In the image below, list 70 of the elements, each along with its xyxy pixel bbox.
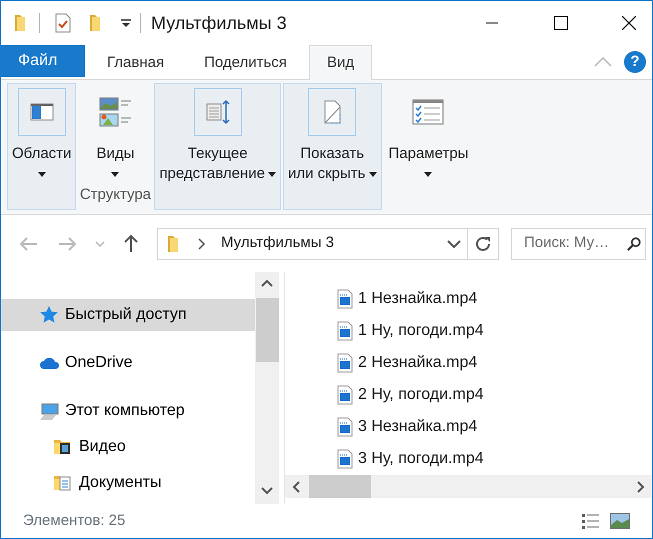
file-item[interactable]: 3 Ну, погоди.mp4 bbox=[337, 443, 652, 475]
scroll-right-icon[interactable] bbox=[636, 480, 646, 494]
item-count: Элементов: 25 bbox=[23, 510, 126, 531]
up-icon bbox=[123, 234, 139, 254]
file-item[interactable]: 3 Незнайка.mp4 bbox=[337, 411, 652, 443]
ribbon-tab[interactable]: Вид bbox=[308, 45, 372, 80]
video-file-icon bbox=[337, 417, 353, 437]
scroll-left-icon[interactable] bbox=[291, 480, 301, 494]
column-width-icon bbox=[206, 98, 230, 126]
forward-icon bbox=[57, 236, 77, 252]
refresh-icon bbox=[474, 234, 492, 252]
address-path: Мультфильмы 3 bbox=[221, 233, 335, 254]
collapse-ribbon-icon[interactable] bbox=[594, 57, 612, 67]
minimize-icon bbox=[486, 22, 498, 24]
ribbon-button[interactable]: Параметры bbox=[384, 83, 474, 210]
file-item[interactable]: 2 Незнайка.mp4 bbox=[337, 347, 652, 379]
video-folder-icon bbox=[53, 437, 73, 457]
video-file-icon bbox=[337, 321, 353, 341]
scroll-thumb[interactable] bbox=[309, 475, 371, 498]
checklist-window-icon bbox=[412, 98, 444, 126]
window-title: Мультфильмы 3 bbox=[151, 12, 287, 35]
details-view-icon[interactable] bbox=[580, 512, 600, 530]
navigation-item[interactable]: Этот компьютер bbox=[1, 395, 255, 427]
search-field[interactable]: Поиск: Му… bbox=[522, 231, 627, 256]
back-icon bbox=[19, 236, 39, 252]
navigation-item[interactable]: Документы bbox=[1, 467, 255, 499]
file-item[interactable]: 1 Незнайка.mp4 bbox=[337, 283, 652, 315]
group-label: Структура bbox=[80, 185, 152, 205]
close-icon bbox=[622, 16, 636, 30]
panes-icon bbox=[30, 101, 54, 123]
video-file-icon bbox=[337, 449, 353, 469]
star-icon bbox=[39, 305, 59, 325]
file-item[interactable]: 2 Ну, погоди.mp4 bbox=[337, 379, 652, 411]
vertical-scrollbar[interactable] bbox=[255, 272, 280, 504]
video-file-icon bbox=[337, 385, 353, 405]
address-field[interactable]: Мультфильмы 3 bbox=[157, 228, 499, 260]
recent-locations-icon bbox=[95, 240, 105, 246]
ribbon-tab[interactable]: Поделиться bbox=[186, 45, 305, 80]
checklist-icon[interactable] bbox=[54, 13, 72, 33]
computer-icon bbox=[39, 401, 59, 421]
ribbon-button[interactable]: Области bbox=[7, 83, 76, 210]
dropdown-caret-icon bbox=[111, 172, 120, 177]
ribbon-button[interactable]: Показать или скрыть bbox=[282, 83, 382, 210]
navigation-item[interactable]: Видео bbox=[1, 431, 255, 463]
file-item[interactable]: 1 Ну, погоди.mp4 bbox=[337, 315, 652, 347]
dropdown-caret-icon bbox=[268, 172, 276, 176]
navigation-item[interactable]: OneDrive bbox=[1, 347, 255, 379]
dropdown-caret-icon bbox=[38, 172, 46, 177]
dropdown-caret-icon bbox=[368, 172, 376, 176]
horizontal-scrollbar[interactable] bbox=[285, 475, 652, 498]
large-icons-view-icon[interactable] bbox=[610, 513, 630, 529]
ribbon-tab[interactable]: Главная bbox=[89, 45, 182, 80]
video-file-icon bbox=[337, 289, 353, 309]
scroll-up-icon[interactable] bbox=[260, 278, 274, 288]
help-button[interactable]: ? bbox=[624, 51, 646, 73]
chevron-down-icon bbox=[447, 240, 461, 248]
file-menu-tab[interactable]: Файл bbox=[1, 45, 85, 77]
scroll-thumb[interactable] bbox=[256, 298, 278, 362]
video-file-icon bbox=[337, 353, 353, 373]
document-folder-icon bbox=[53, 473, 73, 493]
search-box[interactable]: Поиск: Му… bbox=[511, 228, 646, 260]
dropdown-caret-icon bbox=[424, 172, 432, 177]
navigation-item[interactable]: Быстрый доступ bbox=[1, 299, 255, 331]
dropdown-icon[interactable] bbox=[120, 18, 132, 28]
maximize-icon bbox=[554, 16, 568, 30]
scroll-down-icon[interactable] bbox=[260, 486, 274, 496]
chevron-icon bbox=[198, 238, 206, 250]
ribbon-button[interactable]: Текущее представление bbox=[154, 83, 281, 210]
thumbnails-icon bbox=[98, 97, 132, 127]
search-icon bbox=[626, 236, 641, 252]
